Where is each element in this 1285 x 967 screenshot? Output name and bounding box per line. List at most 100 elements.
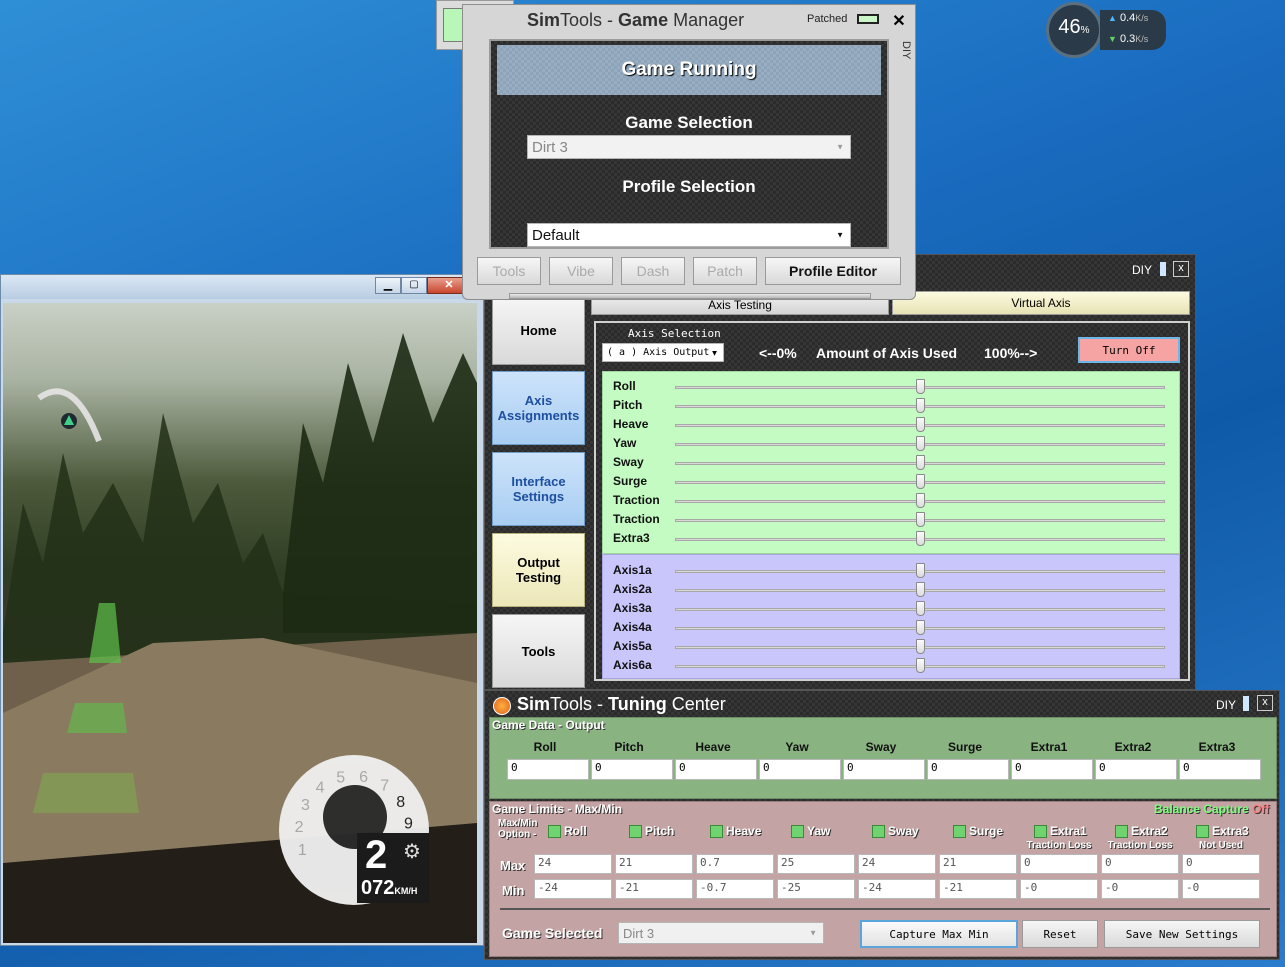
- nav-home-button[interactable]: Home: [492, 295, 585, 365]
- min-value-field[interactable]: -24: [858, 879, 936, 899]
- slider-thumb[interactable]: [916, 398, 925, 413]
- slider-thumb[interactable]: [916, 601, 925, 616]
- max-value-field[interactable]: 0: [1101, 854, 1179, 874]
- tuning-close-button[interactable]: x: [1257, 695, 1273, 711]
- min-value-field[interactable]: -0: [1182, 879, 1260, 899]
- slider-thumb[interactable]: [916, 493, 925, 508]
- game-selected-label: Game Selected: [502, 925, 603, 941]
- nav-axis-assignments-button[interactable]: Axis Assignments: [492, 371, 585, 445]
- slider-thumb[interactable]: [916, 417, 925, 432]
- maximize-button[interactable]: ▢: [401, 277, 427, 294]
- slider-thumb[interactable]: [916, 582, 925, 597]
- checkbox-icon[interactable]: [629, 825, 642, 839]
- tab-tools[interactable]: Tools: [477, 257, 541, 285]
- checkbox-icon[interactable]: [1196, 825, 1209, 839]
- minimize-button[interactable]: ▁: [375, 277, 401, 294]
- max-value-field[interactable]: 25: [777, 854, 855, 874]
- maxmin-option-checkbox[interactable]: Extra2: [1115, 824, 1168, 839]
- min-value-field[interactable]: -21: [615, 879, 693, 899]
- output-value-field[interactable]: 0: [675, 759, 757, 780]
- output-value-field[interactable]: 0: [759, 759, 841, 780]
- slider-label: Traction: [613, 512, 660, 526]
- min-value-field[interactable]: -21: [939, 879, 1017, 899]
- maxmin-option-checkbox[interactable]: Surge: [953, 824, 1003, 839]
- slider-thumb[interactable]: [916, 436, 925, 451]
- max-value-field[interactable]: 21: [939, 854, 1017, 874]
- maxmin-option-checkbox[interactable]: Pitch: [629, 824, 674, 839]
- max-value-field[interactable]: 0: [1020, 854, 1098, 874]
- min-value-field[interactable]: -25: [777, 879, 855, 899]
- slider-thumb[interactable]: [916, 379, 925, 394]
- game-manager-window[interactable]: SimTools - Game Manager Patched ✕ DIY Ga…: [462, 4, 916, 300]
- slider-thumb[interactable]: [916, 474, 925, 489]
- turn-off-button[interactable]: Turn Off: [1078, 337, 1180, 363]
- axis-selection-label: Axis Selection: [628, 327, 721, 340]
- maxmin-option-checkbox[interactable]: Roll: [548, 824, 587, 839]
- gm-bottom-grip[interactable]: [509, 293, 871, 299]
- output-value-field[interactable]: 0: [507, 759, 589, 780]
- maxmin-option-checkbox[interactable]: Extra1: [1034, 824, 1087, 839]
- slider-thumb[interactable]: [916, 455, 925, 470]
- profile-editor-button[interactable]: Profile Editor: [765, 257, 901, 285]
- checkbox-icon[interactable]: [872, 825, 885, 839]
- max-value-field[interactable]: 0.7: [696, 854, 774, 874]
- min-value-field[interactable]: -0: [1020, 879, 1098, 899]
- slider-thumb[interactable]: [916, 512, 925, 527]
- speed-readout: 072: [361, 877, 395, 899]
- tab-vibe[interactable]: Vibe: [549, 257, 613, 285]
- game-selection-dropdown[interactable]: Dirt 3 ▼: [527, 135, 851, 159]
- nav-interface-settings-button[interactable]: Interface Settings: [492, 452, 585, 526]
- axis-close-button[interactable]: x: [1173, 261, 1189, 277]
- min-value-field[interactable]: -0: [1101, 879, 1179, 899]
- axis-selection-dropdown[interactable]: ( a ) Axis Output ▼: [602, 343, 724, 362]
- checkbox-icon[interactable]: [1034, 825, 1047, 839]
- game-selected-dropdown[interactable]: Dirt 3 ▼: [618, 922, 824, 944]
- slider-thumb[interactable]: [916, 658, 925, 673]
- max-value-field[interactable]: 21: [615, 854, 693, 874]
- output-value-field[interactable]: 0: [591, 759, 673, 780]
- maxmin-option-checkbox[interactable]: Sway: [872, 824, 919, 839]
- tab-dash[interactable]: Dash: [621, 257, 685, 285]
- checkbox-icon[interactable]: [953, 825, 966, 839]
- max-value-field[interactable]: 24: [858, 854, 936, 874]
- game-viewport[interactable]: 1 2 345678 9 2 ⚙ 072KM/H: [3, 303, 477, 943]
- axis-toggle-indicator: [1160, 262, 1166, 276]
- checkbox-icon[interactable]: [791, 825, 804, 839]
- min-value-field[interactable]: -24: [534, 879, 612, 899]
- game-window[interactable]: ▁ ▢ ✕ 123456789 2 ⚙ 072KM/H: [0, 274, 484, 946]
- maxmin-option-checkbox[interactable]: Heave: [710, 824, 761, 839]
- capture-max-min-button[interactable]: Capture Max Min: [860, 920, 1018, 948]
- checkbox-icon[interactable]: [548, 825, 561, 839]
- maxmin-option-checkbox[interactable]: Yaw: [791, 824, 830, 839]
- reset-button[interactable]: Reset: [1022, 920, 1098, 948]
- axis-assignments-window[interactable]: DIY x Axis Testing Virtual Axis Home Axi…: [484, 254, 1196, 690]
- output-value-field[interactable]: 0: [1011, 759, 1093, 780]
- maxmin-option-checkbox[interactable]: Extra3: [1196, 824, 1249, 839]
- output-value-field[interactable]: 0: [843, 759, 925, 780]
- slider-thumb[interactable]: [916, 620, 925, 635]
- checkbox-icon[interactable]: [710, 825, 723, 839]
- slider-thumb[interactable]: [916, 639, 925, 654]
- balance-capture-toggle[interactable]: Balance Capture Off: [1154, 802, 1269, 816]
- nav-tools-button[interactable]: Tools: [492, 614, 585, 688]
- min-value-field[interactable]: -0.7: [696, 879, 774, 899]
- tuning-title: SimTools - Tuning Center: [517, 694, 726, 714]
- nav-output-testing-button[interactable]: Output Testing: [492, 533, 585, 607]
- output-value-field[interactable]: 0: [1179, 759, 1261, 780]
- tuning-center-window[interactable]: SimTools - Tuning Center DIY x Game Data…: [484, 690, 1280, 960]
- slider-thumb[interactable]: [916, 563, 925, 578]
- profile-selection-dropdown[interactable]: Default ▼: [527, 223, 851, 247]
- gm-close-button[interactable]: ✕: [887, 10, 911, 34]
- download-arrow-icon: ▼: [1108, 34, 1117, 44]
- tab-virtual-axis[interactable]: Virtual Axis: [892, 291, 1190, 315]
- max-value-field[interactable]: 0: [1182, 854, 1260, 874]
- output-column-label: Extra1: [1030, 740, 1068, 754]
- tab-patch[interactable]: Patch: [693, 257, 757, 285]
- save-new-settings-button[interactable]: Save New Settings: [1104, 920, 1260, 948]
- output-value-field[interactable]: 0: [927, 759, 1009, 780]
- output-column-label: Surge: [947, 740, 982, 754]
- checkbox-icon[interactable]: [1115, 825, 1128, 839]
- slider-thumb[interactable]: [916, 531, 925, 546]
- output-value-field[interactable]: 0: [1095, 759, 1177, 780]
- max-value-field[interactable]: 24: [534, 854, 612, 874]
